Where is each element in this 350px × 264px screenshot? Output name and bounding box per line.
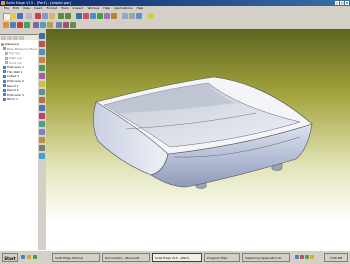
family-tab[interactable]	[6, 35, 12, 40]
open-folder-icon[interactable]	[10, 12, 16, 19]
feature-pathfinder-tab[interactable]	[0, 35, 6, 40]
lip-icon[interactable]	[39, 121, 45, 127]
tray-icon[interactable]	[310, 255, 314, 259]
thin-wall-icon[interactable]	[56, 21, 62, 28]
hole-icon[interactable]	[33, 21, 39, 28]
feature-icon	[3, 84, 6, 88]
protrusion-icon[interactable]	[10, 21, 16, 28]
help-icon[interactable]	[148, 12, 154, 19]
wireframe-view-icon[interactable]	[129, 12, 135, 19]
part-model	[93, 76, 313, 189]
undo-icon[interactable]	[58, 12, 64, 19]
tree-item-feature[interactable]: Mirror 1	[1, 97, 37, 102]
feature-library-tab[interactable]	[18, 35, 24, 40]
copy-icon[interactable]	[42, 12, 48, 19]
save-icon[interactable]	[17, 12, 23, 19]
feature-icon	[3, 74, 6, 78]
sketch-icon[interactable]	[3, 21, 9, 28]
window-controls: _ □ ×	[335, 1, 349, 5]
protrusion-icon[interactable]	[39, 41, 45, 47]
taskbar: Start Solid Edge Tutorial Document1 - Mi…	[0, 250, 350, 264]
mirror-icon[interactable]	[63, 21, 69, 28]
app-icon	[1, 1, 5, 5]
feature-icon	[3, 97, 6, 101]
feature-icon	[3, 70, 6, 74]
quick-launch-icon[interactable]	[27, 255, 31, 259]
layers-tab[interactable]	[12, 35, 18, 40]
rotate-icon[interactable]	[111, 12, 117, 19]
draft-icon[interactable]	[39, 97, 45, 103]
round-icon[interactable]	[40, 21, 46, 28]
tray-icon[interactable]	[295, 255, 299, 259]
close-button[interactable]: ×	[345, 1, 349, 5]
tray-icon[interactable]	[305, 255, 309, 259]
paste-icon[interactable]	[49, 12, 55, 19]
feature-icon	[3, 88, 6, 92]
window-title: Solid Edge V15 - [Part] - [staple.par]	[6, 0, 72, 5]
cutout-icon[interactable]	[39, 57, 45, 63]
plane-icon	[5, 61, 8, 65]
redo-icon[interactable]	[65, 12, 71, 19]
task-button[interactable]: Program Files	[204, 253, 240, 262]
thin-wall-icon[interactable]	[39, 105, 45, 111]
pan-icon[interactable]	[104, 12, 110, 19]
sketch-icon[interactable]	[39, 153, 45, 159]
zoom-area-icon[interactable]	[83, 12, 89, 19]
feature-icon	[3, 79, 6, 83]
cutout-icon[interactable]	[17, 21, 23, 28]
planes-icon	[3, 47, 6, 51]
reference-plane-icon[interactable]	[39, 145, 45, 151]
chamfer-icon[interactable]	[47, 21, 53, 28]
round-icon[interactable]	[39, 81, 45, 87]
select-tool-icon[interactable]	[76, 12, 82, 19]
task-button[interactable]: Capturing Application Pr	[242, 253, 290, 262]
cut-icon[interactable]	[35, 12, 41, 19]
view-orientation-icon[interactable]	[136, 12, 142, 19]
plane-icon	[5, 56, 8, 60]
clock: 3:04 PM	[324, 253, 348, 262]
revolved-protrusion-icon[interactable]	[39, 49, 45, 55]
chamfer-icon[interactable]	[39, 89, 45, 95]
tray-icon[interactable]	[300, 255, 304, 259]
shaded-view-icon[interactable]	[122, 12, 128, 19]
minimize-button[interactable]: _	[335, 1, 339, 5]
model-viewport[interactable]	[46, 29, 350, 250]
pattern-icon[interactable]	[70, 21, 76, 28]
task-button[interactable]: Document1 - Microsoft	[102, 253, 150, 262]
fit-icon[interactable]	[97, 12, 103, 19]
quick-launch-icon[interactable]	[21, 255, 25, 259]
hole-icon[interactable]	[39, 73, 45, 79]
maximize-button[interactable]: □	[340, 1, 344, 5]
edgebar-pathfinder: staple.par Base Reference Planes Top (xy…	[0, 29, 39, 250]
feature-icon	[3, 93, 6, 97]
print-icon[interactable]	[26, 12, 32, 19]
zoom-icon[interactable]	[90, 12, 96, 19]
start-button[interactable]: Start	[2, 253, 18, 262]
rib-icon[interactable]	[39, 113, 45, 119]
feature-icon	[3, 65, 6, 69]
pattern-icon[interactable]	[39, 137, 45, 143]
quick-launch-icon[interactable]	[33, 255, 37, 259]
mirror-icon[interactable]	[39, 129, 45, 135]
task-button[interactable]: Solid Edge Tutorial	[52, 253, 100, 262]
part-icon	[1, 42, 4, 46]
select-icon[interactable]	[39, 33, 45, 39]
plane-icon	[5, 51, 8, 55]
tree-item-reference-planes[interactable]: Base Reference Planes	[1, 47, 37, 52]
task-button-active[interactable]: Solid Edge V15 - [Part]	[152, 253, 202, 262]
revolve-icon[interactable]	[24, 21, 30, 28]
revolved-cutout-icon[interactable]	[39, 65, 45, 71]
feature-tree: staple.par Base Reference Planes Top (xy…	[0, 40, 38, 104]
